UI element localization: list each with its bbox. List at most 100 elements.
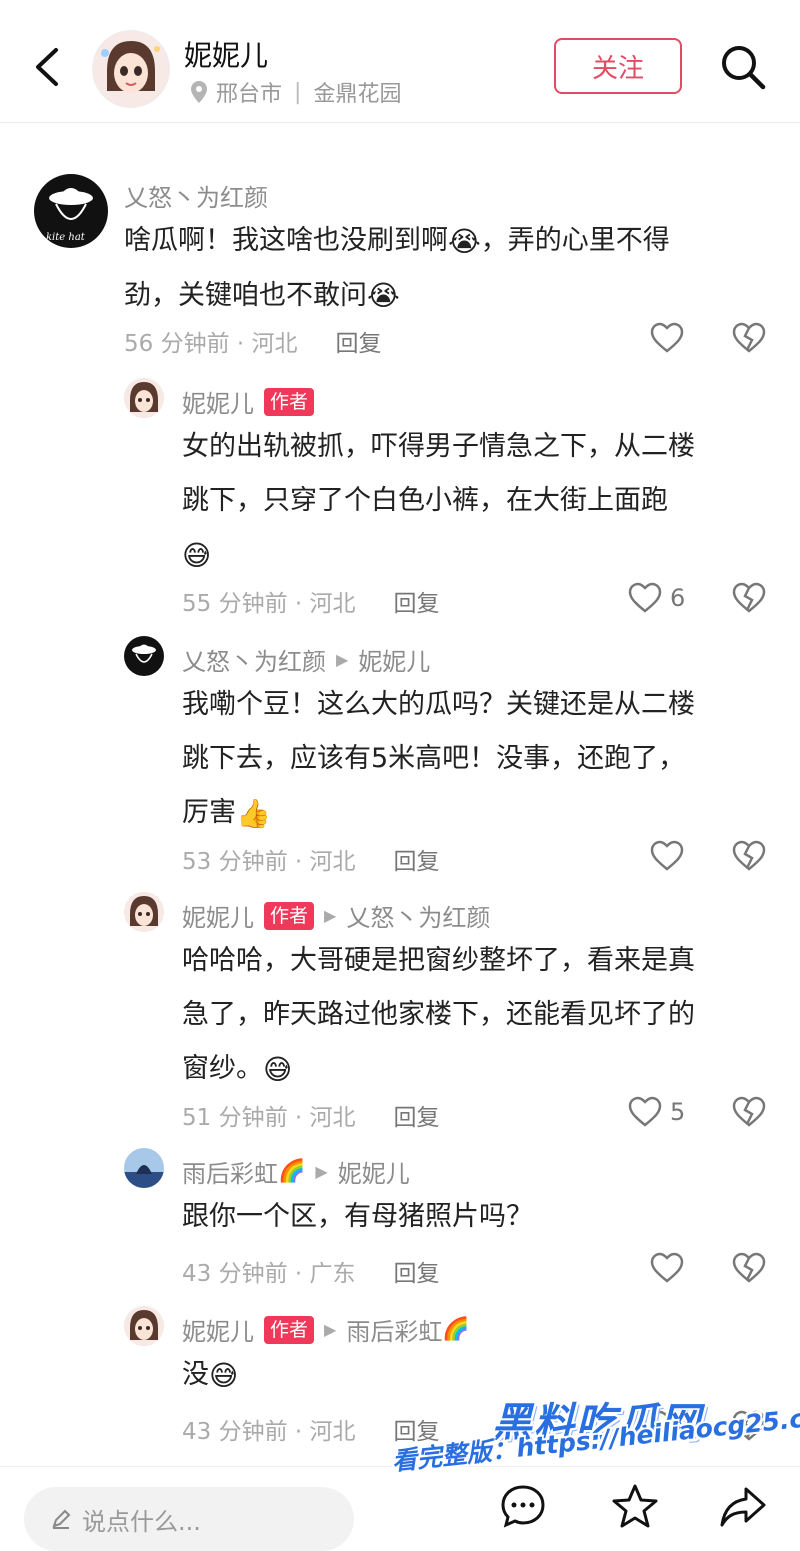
broken-heart-icon[interactable]: [732, 322, 766, 354]
commenter-name[interactable]: 妮妮儿: [182, 898, 254, 933]
reply-arrow-icon: ▶: [315, 1162, 328, 1181]
comment-text-line: 啥瓜啊！我这啥也没刷到啊: [124, 225, 448, 256]
comment-text: 我嘞个豆！这么大的瓜吗？关键还是从二楼 跳下去，应该有5米高吧！没事，还跑了， …: [182, 678, 772, 841]
comment-meta: 56 分钟前 · 河北 回复: [124, 324, 382, 358]
commenter-name-row: 妮妮儿 作者 ▶ 乂怒丶为红颜: [182, 898, 490, 933]
commenter-avatar[interactable]: [124, 892, 164, 932]
reply-button[interactable]: 回复: [394, 584, 440, 618]
commenter-name[interactable]: 雨后彩虹: [182, 1154, 278, 1189]
comment-text: 没😅: [182, 1348, 772, 1403]
broken-heart-icon[interactable]: [732, 582, 766, 614]
heart-icon: [650, 840, 684, 871]
like-count: 5: [670, 1098, 686, 1126]
rainbow-emoji: 🌈: [442, 1317, 470, 1342]
commenter-name[interactable]: 乂怒丶为红颜: [182, 642, 326, 677]
back-arrow-icon[interactable]: [30, 40, 66, 94]
comment-input-placeholder: 说点什么...: [82, 1507, 201, 1536]
reply-button[interactable]: 回复: [394, 1412, 440, 1446]
rainbow-emoji: 🌈: [278, 1159, 306, 1184]
reply-button[interactable]: 回复: [336, 324, 382, 358]
comment-time: 56 分钟前 · 河北: [124, 331, 298, 357]
reply-arrow-icon: ▶: [324, 906, 337, 925]
comment-text-line: 跟你一个区，有母猪照片吗？: [182, 1201, 533, 1232]
commenter-avatar[interactable]: [124, 1148, 164, 1188]
reply-to-name[interactable]: 雨后彩虹: [346, 1312, 442, 1347]
crying-face-emoji: 😭: [448, 224, 481, 258]
commenter-name[interactable]: 乂怒丶为红颜: [124, 178, 268, 213]
comment-text: 哈哈哈，大哥硬是把窗纱整坏了，看来是真 急了，昨天路过他家楼下，还能看见坏了的 …: [182, 934, 772, 1097]
commenter-name[interactable]: 妮妮儿: [182, 384, 254, 419]
comment-text-line: 跳下，只穿了个白色小裤，在大街上面跑: [182, 485, 668, 516]
comment-time: 43 分钟前 · 广东: [182, 1261, 356, 1287]
reply-button[interactable]: 回复: [394, 842, 440, 876]
location-place: 金鼎花园: [313, 82, 402, 107]
star-icon[interactable]: [610, 1481, 660, 1531]
thumbs-up-emoji: 👍: [236, 796, 271, 830]
top-bar: 妮妮儿 邢台市 | 金鼎花园 关注: [0, 0, 800, 123]
author-badge: 作者: [264, 1315, 315, 1344]
comment-text-line: 女的出轨被抓，吓得男子情急之下，从二楼: [182, 431, 695, 462]
broken-heart-icon[interactable]: [732, 1410, 766, 1442]
like-button[interactable]: [650, 840, 684, 872]
commenter-name-row: 雨后彩虹 🌈 ▶ 妮妮儿: [182, 1154, 410, 1189]
like-button[interactable]: 6: [628, 582, 685, 614]
comment-text-line: 哈哈哈，大哥硬是把窗纱整坏了，看来是真: [182, 945, 695, 976]
comment-text-line: ，弄的心里不得: [480, 225, 670, 256]
comment-text-line: 跳下去，应该有5米高吧！没事，还跑了，: [182, 743, 686, 774]
comment-time: 53 分钟前 · 河北: [182, 849, 356, 875]
reply-to-name[interactable]: 妮妮儿: [358, 642, 430, 677]
comment-input[interactable]: 说点什么...: [24, 1487, 354, 1551]
heart-icon: [650, 322, 684, 353]
like-button[interactable]: [650, 1410, 684, 1442]
commenter-name[interactable]: 妮妮儿: [182, 1312, 254, 1347]
comment-time: 55 分钟前 · 河北: [182, 591, 356, 617]
location-city: 邢台市: [216, 82, 283, 107]
commenter-avatar[interactable]: [124, 378, 164, 418]
comment-meta: 51 分钟前 · 河北 回复: [182, 1098, 440, 1132]
like-count: 6: [670, 584, 686, 612]
reply-button[interactable]: 回复: [394, 1254, 440, 1288]
search-icon[interactable]: [718, 42, 768, 92]
crying-face-emoji: 😭: [367, 279, 400, 312]
broken-heart-icon[interactable]: [732, 840, 766, 872]
comment-time: 43 分钟前 · 河北: [182, 1419, 356, 1445]
comment-meta: 43 分钟前 · 广东 回复: [182, 1254, 440, 1288]
share-icon[interactable]: [718, 1481, 768, 1531]
like-button[interactable]: [650, 1252, 684, 1284]
grinning-sweat-emoji: 😅: [182, 538, 212, 572]
follow-button[interactable]: 关注: [554, 38, 682, 94]
reply-to-name[interactable]: 妮妮儿: [338, 1154, 410, 1189]
comment-text-line: 没: [182, 1359, 209, 1390]
comment-time: 51 分钟前 · 河北: [182, 1105, 356, 1131]
comment-text-line: 我嘞个豆！这么大的瓜吗？关键还是从二楼: [182, 689, 695, 720]
comment-text: 啥瓜啊！我这啥也没刷到啊😭，弄的心里不得 劲，关键咱也不敢问😭: [124, 214, 764, 323]
heart-icon: [650, 1252, 684, 1283]
commenter-name-row: 妮妮儿 作者 ▶ 雨后彩虹 🌈: [182, 1312, 470, 1347]
commenter-avatar[interactable]: [124, 636, 164, 676]
comment-meta: 55 分钟前 · 河北 回复: [182, 584, 440, 618]
svg-text:kite hat: kite hat: [46, 232, 86, 243]
commenter-avatar[interactable]: [124, 1306, 164, 1346]
like-button[interactable]: [650, 322, 684, 354]
author-avatar[interactable]: [92, 30, 170, 108]
location-divider: |: [294, 79, 302, 105]
grinning-sweat-emoji: 😅: [209, 1358, 239, 1392]
comment-bubble-icon[interactable]: [498, 1481, 548, 1531]
author-name: 妮妮儿: [184, 39, 269, 72]
author-badge: 作者: [264, 387, 315, 416]
broken-heart-icon[interactable]: [732, 1096, 766, 1128]
broken-heart-icon[interactable]: [732, 1252, 766, 1284]
reply-to-name[interactable]: 乂怒丶为红颜: [346, 898, 490, 933]
reply-arrow-icon: ▶: [336, 650, 349, 669]
reply-arrow-icon: ▶: [324, 1320, 337, 1339]
heart-icon: [628, 582, 662, 613]
comment-meta: 43 分钟前 · 河北 回复: [182, 1412, 440, 1446]
comment-text-line: 劲，关键咱也不敢问: [124, 279, 367, 311]
comment-text-line: 窗纱。: [182, 1053, 263, 1084]
heart-icon: [628, 1096, 662, 1127]
commenter-avatar[interactable]: kite hat: [34, 174, 108, 248]
like-button[interactable]: 5: [628, 1096, 685, 1128]
reply-button[interactable]: 回复: [394, 1098, 440, 1132]
comment-meta: 53 分钟前 · 河北 回复: [182, 842, 440, 876]
grinning-sweat-emoji: 😅: [263, 1052, 293, 1086]
